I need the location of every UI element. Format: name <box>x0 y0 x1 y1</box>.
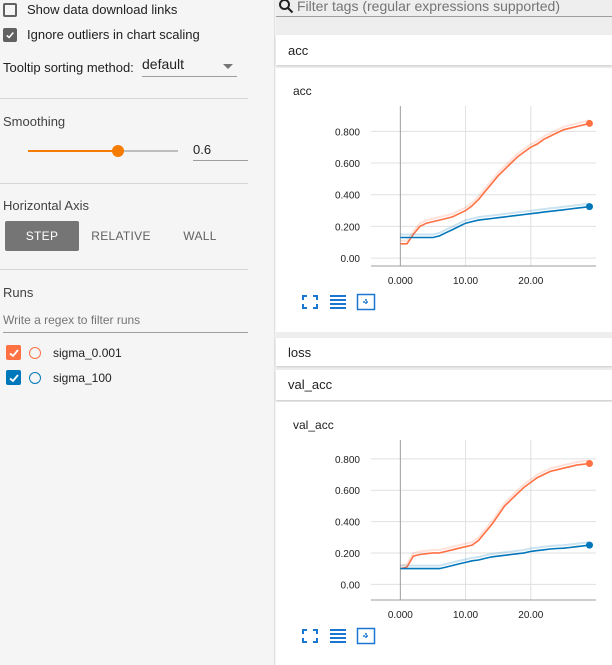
tooltip-sorting-label: Tooltip sorting method: <box>3 60 134 75</box>
log-scale-icon[interactable] <box>328 627 348 645</box>
chart-card-acc: acc 0.00 0.200 0.400 0.600 0.800 0.000 10.00 20… <box>276 68 612 332</box>
category-val-acc[interactable]: val_acc <box>276 370 612 400</box>
check-icon <box>6 31 14 39</box>
x-tick-label: 20.00 <box>518 276 543 287</box>
tag-filter-placeholder: Filter tags (regular expressions support… <box>297 0 561 14</box>
chart-val-acc: 0.00 0.200 0.400 0.600 0.800 0.000 10.00 20.00 <box>335 440 596 621</box>
y-tick-label: 0.800 <box>335 127 360 138</box>
run-name: sigma_100 <box>53 370 112 385</box>
chart-card-val-acc: val_acc 0.00 0.200 0.400 0.600 0.800 0.000 10.… <box>276 402 612 665</box>
divider <box>0 269 248 270</box>
fullscreen-icon[interactable] <box>300 293 320 311</box>
category-title: acc <box>288 43 309 58</box>
fit-domain-icon[interactable] <box>356 293 376 311</box>
category-title: loss <box>288 345 312 360</box>
series-end-point <box>585 460 593 468</box>
y-tick-label: 0.800 <box>335 455 360 466</box>
run-checkbox[interactable] <box>6 345 21 360</box>
series-end-point <box>585 119 593 127</box>
divider <box>0 183 248 184</box>
horizontal-axis-title: Horizontal Axis <box>3 198 89 213</box>
show-download-links-checkbox[interactable] <box>3 2 17 17</box>
check-icon <box>8 373 19 382</box>
chart-toolbar <box>300 627 376 645</box>
run-checkbox[interactable] <box>6 370 21 385</box>
check-icon <box>8 348 19 357</box>
x-tick-label: 0.000 <box>388 276 413 287</box>
show-download-links-row[interactable]: Show data download links <box>3 2 177 17</box>
y-tick-label: 0.200 <box>335 222 360 233</box>
chevron-down-icon <box>223 64 233 69</box>
y-tick-label: 0.600 <box>335 159 360 170</box>
run-color-circle-icon <box>29 346 41 359</box>
sidebar: Show data download links Ignore outliers… <box>0 0 275 665</box>
series-raw-line <box>400 459 590 567</box>
axis-wall-button[interactable]: WALL <box>163 221 237 251</box>
run-item-sigma-100[interactable]: sigma_100 <box>6 370 112 385</box>
category-loss[interactable]: loss <box>276 338 612 366</box>
category-acc[interactable]: acc <box>276 35 612 65</box>
fit-domain-icon[interactable] <box>356 627 376 645</box>
search-icon <box>279 0 294 14</box>
smoothing-input[interactable]: 0.6 <box>193 140 248 161</box>
tag-filter-input[interactable]: Filter tags (regular expressions support… <box>276 0 612 17</box>
runs-filter-placeholder: Write a regex to filter runs <box>3 313 141 327</box>
x-tick-label: 0.000 <box>388 610 413 621</box>
x-tick-label: 20.00 <box>518 610 543 621</box>
show-download-links-label: Show data download links <box>27 2 178 17</box>
y-tick-label: 0.400 <box>335 518 360 529</box>
y-tick-label: 0.600 <box>335 486 360 497</box>
y-tick-label: 0.200 <box>335 549 360 560</box>
run-item-sigma-0-001[interactable]: sigma_0.001 <box>6 345 122 360</box>
y-tick-label: 0.00 <box>341 580 361 591</box>
runs-title: Runs <box>3 285 34 300</box>
category-title: val_acc <box>288 377 333 392</box>
y-tick-label: 0.00 <box>341 254 361 265</box>
chart-acc: 0.00 0.200 0.400 0.600 0.800 0.000 10.00 20.00 <box>335 106 596 287</box>
divider <box>0 98 248 99</box>
axis-step-button[interactable]: STEP <box>5 221 79 251</box>
chart-toolbar <box>300 293 376 311</box>
smoothing-title: Smoothing <box>3 114 66 129</box>
x-tick-label: 10.00 <box>453 610 478 621</box>
ignore-outliers-checkbox[interactable] <box>3 27 17 42</box>
smoothing-slider-fill <box>28 150 118 152</box>
y-tick-label: 0.400 <box>335 191 360 202</box>
fullscreen-icon[interactable] <box>300 627 320 645</box>
ignore-outliers-row[interactable]: Ignore outliers in chart scaling <box>3 27 200 42</box>
ignore-outliers-label: Ignore outliers in chart scaling <box>27 27 200 42</box>
smoothing-slider-thumb[interactable] <box>112 145 124 157</box>
series-end-point <box>585 203 593 211</box>
series-line <box>400 122 590 245</box>
log-scale-icon[interactable] <box>328 293 348 311</box>
run-color-circle-icon <box>29 371 41 384</box>
run-name: sigma_0.001 <box>53 345 122 360</box>
x-tick-label: 10.00 <box>453 276 478 287</box>
tooltip-sorting-select[interactable]: default <box>142 56 237 77</box>
axis-relative-button[interactable]: RELATIVE <box>84 221 158 251</box>
tooltip-sorting-value: default <box>142 56 185 72</box>
main-panel: Filter tags (regular expressions support… <box>276 0 612 665</box>
runs-filter-input[interactable]: Write a regex to filter runs <box>3 313 248 333</box>
series-end-point <box>585 541 593 549</box>
smoothing-value: 0.6 <box>193 142 212 157</box>
